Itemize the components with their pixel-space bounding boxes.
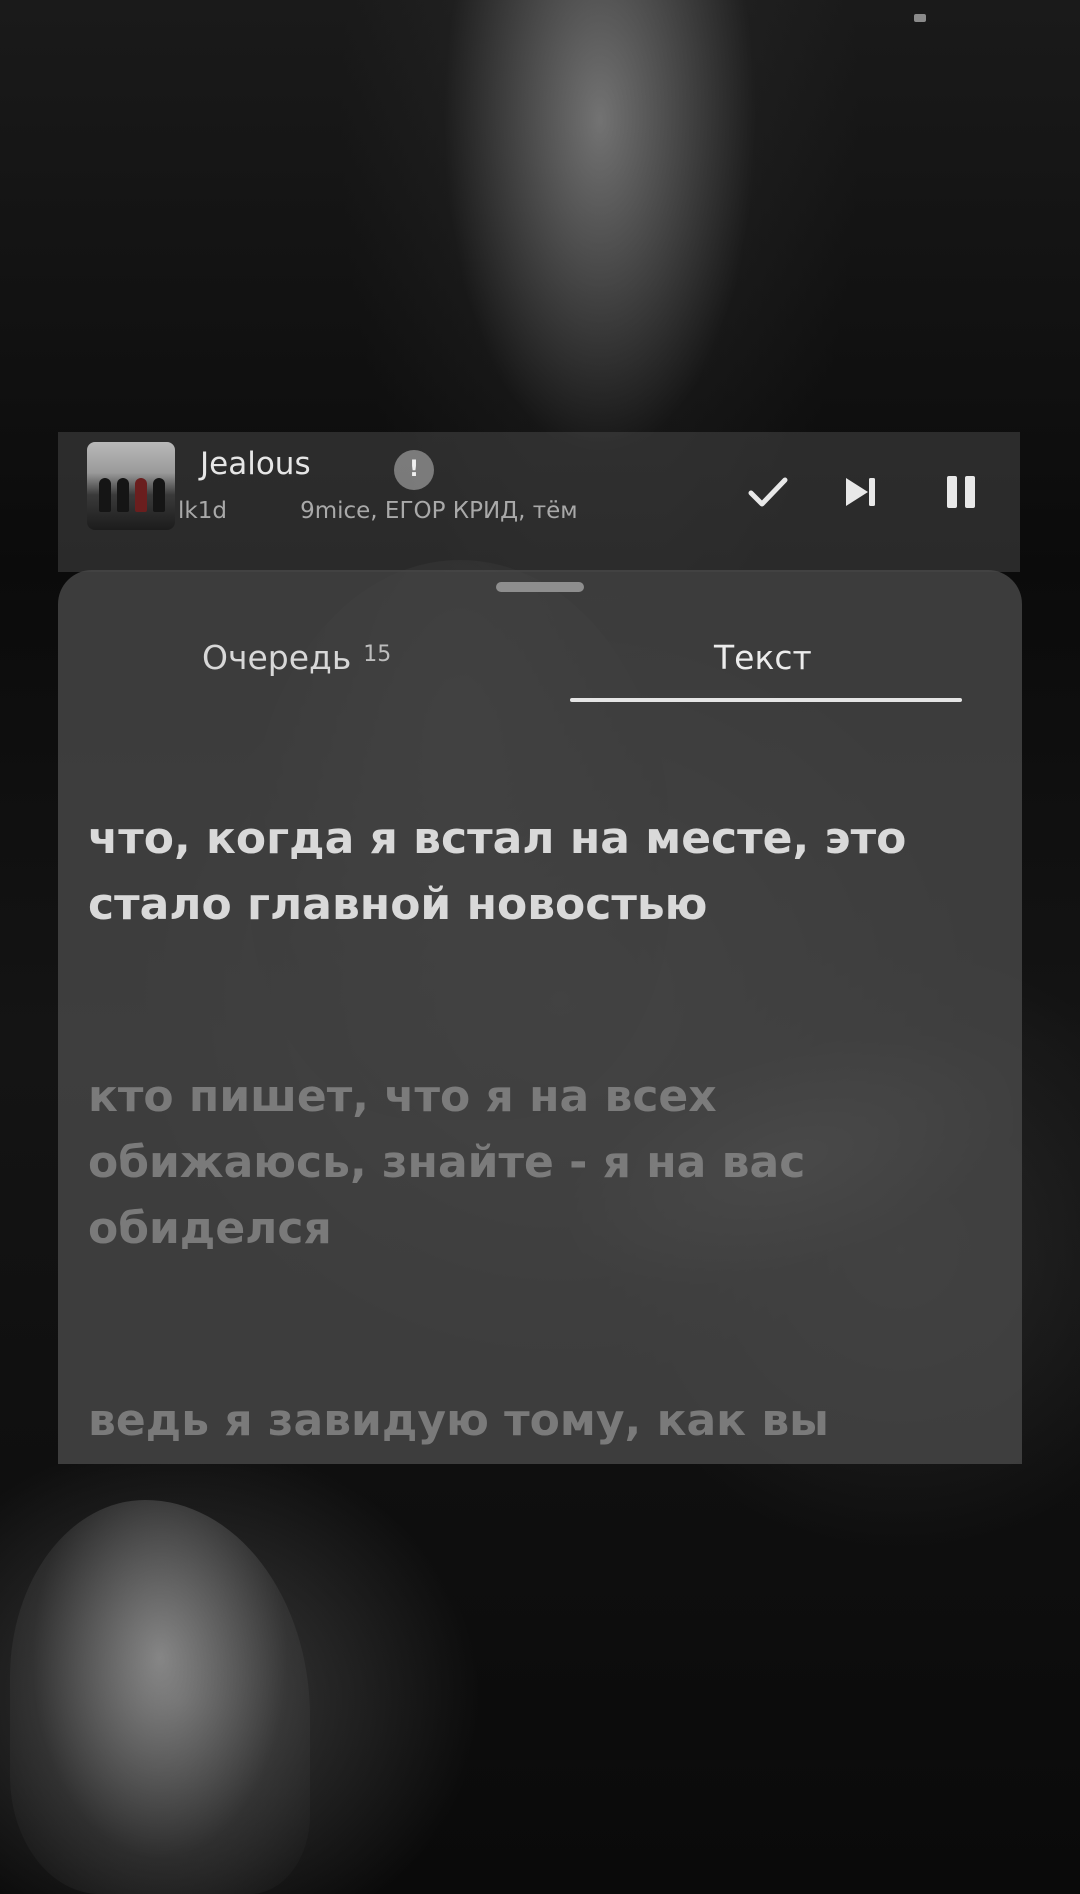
active-tab-indicator xyxy=(570,698,962,702)
pause-icon xyxy=(947,476,975,508)
artists-list: 9mice, ЕГОР КРИД, тём xyxy=(300,498,578,524)
next-track-button[interactable] xyxy=(830,462,890,522)
explicit-badge: ! xyxy=(394,450,434,490)
sheet-drag-handle[interactable] xyxy=(496,582,584,592)
lyric-line[interactable]: кто пишет, что я на всех обижаюсь, знайт… xyxy=(88,1064,998,1262)
player-screen: Jealous ! lk1d 9mice, ЕГОР КРИД, тём Оче… xyxy=(0,0,1080,1894)
lyric-line-current[interactable]: что, когда я встал на месте, это стало г… xyxy=(88,806,998,938)
status-indicator xyxy=(914,14,926,22)
queue-count: 15 xyxy=(363,642,392,667)
tab-lyrics[interactable]: Текст xyxy=(714,638,812,677)
cover-figure xyxy=(117,478,129,512)
lyrics-list[interactable]: что, когда я встал на месте, это стало г… xyxy=(88,806,998,1464)
cover-figure xyxy=(135,478,147,512)
mini-player[interactable]: Jealous ! lk1d 9mice, ЕГОР КРИД, тём xyxy=(58,432,1020,572)
lyrics-sheet: Очередь 15 Текст что, когда я встал на ме… xyxy=(58,570,1022,1464)
track-artists[interactable]: lk1d 9mice, ЕГОР КРИД, тём xyxy=(178,498,738,524)
track-title[interactable]: Jealous xyxy=(200,446,311,482)
tab-queue[interactable]: Очередь 15 xyxy=(202,638,391,677)
background-hand xyxy=(10,1500,310,1894)
lyric-line[interactable]: ведь я завидую тому, как вы завидуете xyxy=(88,1388,998,1464)
cover-figure xyxy=(99,478,111,512)
like-button[interactable] xyxy=(738,462,798,522)
pause-button[interactable] xyxy=(932,462,992,522)
tab-queue-label: Очередь xyxy=(202,638,352,677)
album-cover[interactable] xyxy=(87,442,175,530)
artists-prefix: lk1d xyxy=(178,498,227,524)
check-icon xyxy=(748,477,788,507)
skip-next-icon xyxy=(846,478,875,506)
cover-figure xyxy=(153,478,165,512)
